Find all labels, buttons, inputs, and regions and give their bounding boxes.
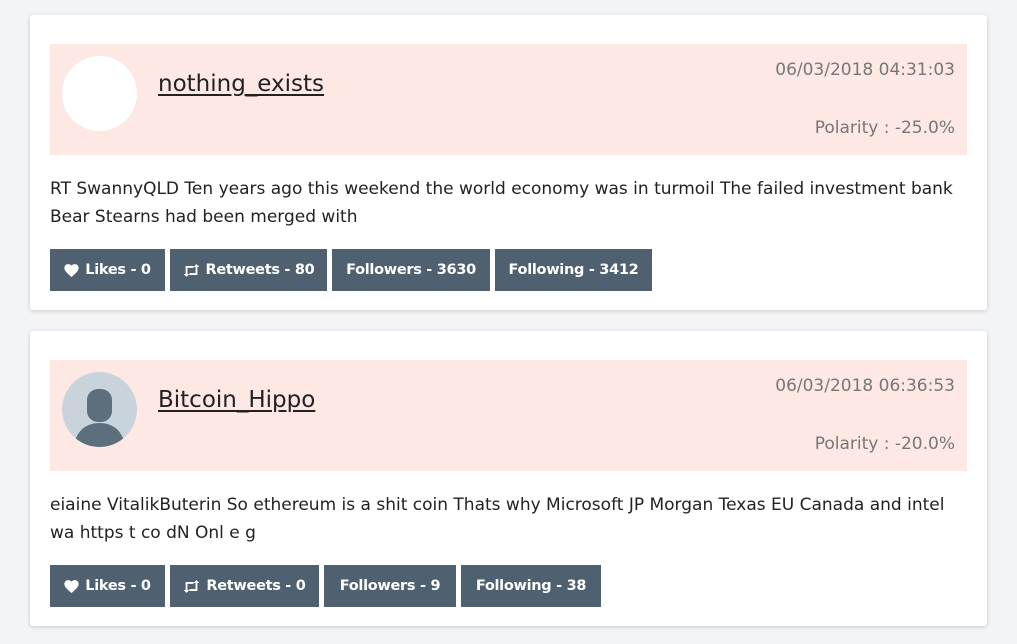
tweet-actions: Likes - 0 Retweets - 80 Followers - 3630… bbox=[50, 249, 652, 291]
following-button[interactable]: Following - 38 bbox=[461, 565, 601, 607]
followers-label: Followers - 3630 bbox=[346, 262, 476, 278]
likes-button[interactable]: Likes - 0 bbox=[50, 249, 165, 291]
polarity-score: Polarity : -25.0% bbox=[814, 118, 955, 138]
likes-button[interactable]: Likes - 0 bbox=[50, 565, 165, 607]
tweet-header: nothing_exists 06/03/2018 04:31:03 Polar… bbox=[50, 44, 967, 155]
heart-icon bbox=[64, 263, 79, 277]
likes-label: Likes - 0 bbox=[85, 262, 151, 278]
followers-button[interactable]: Followers - 9 bbox=[324, 565, 456, 607]
username-link[interactable]: nothing_exists bbox=[158, 71, 324, 97]
retweets-button[interactable]: Retweets - 0 bbox=[170, 565, 319, 607]
username-link[interactable]: Bitcoin_Hippo bbox=[158, 387, 315, 413]
retweets-label: Retweets - 80 bbox=[205, 262, 315, 278]
tweet-text: eiaine VitalikButerin So ethereum is a s… bbox=[50, 495, 945, 543]
following-button[interactable]: Following - 3412 bbox=[495, 249, 652, 291]
tweet-text: RT SwannyQLD Ten years ago this weekend … bbox=[50, 179, 953, 227]
tweet-card: nothing_exists 06/03/2018 04:31:03 Polar… bbox=[30, 15, 987, 310]
retweets-button[interactable]: Retweets - 80 bbox=[170, 249, 327, 291]
timestamp: 06/03/2018 04:31:03 bbox=[775, 60, 955, 80]
followers-label: Followers - 9 bbox=[339, 578, 441, 594]
followers-button[interactable]: Followers - 3630 bbox=[332, 249, 490, 291]
following-label: Following - 3412 bbox=[508, 262, 639, 278]
tweet-feed: nothing_exists 06/03/2018 04:31:03 Polar… bbox=[0, 0, 1017, 644]
following-label: Following - 38 bbox=[475, 578, 587, 594]
user-silhouette-icon bbox=[62, 372, 137, 447]
likes-label: Likes - 0 bbox=[85, 578, 151, 594]
tweet-header: Bitcoin_Hippo 06/03/2018 06:36:53 Polari… bbox=[50, 360, 967, 471]
tweet-actions: Likes - 0 Retweets - 0 Followers - 9 Fol… bbox=[50, 565, 601, 607]
avatar[interactable] bbox=[62, 56, 137, 131]
retweet-icon bbox=[183, 579, 200, 593]
tweet-card: Bitcoin_Hippo 06/03/2018 06:36:53 Polari… bbox=[30, 331, 987, 626]
timestamp: 06/03/2018 06:36:53 bbox=[775, 376, 955, 396]
heart-icon bbox=[64, 579, 79, 593]
polarity-score: Polarity : -20.0% bbox=[814, 434, 955, 454]
avatar[interactable] bbox=[62, 372, 137, 447]
retweets-label: Retweets - 0 bbox=[206, 578, 306, 594]
retweet-icon bbox=[183, 263, 200, 277]
